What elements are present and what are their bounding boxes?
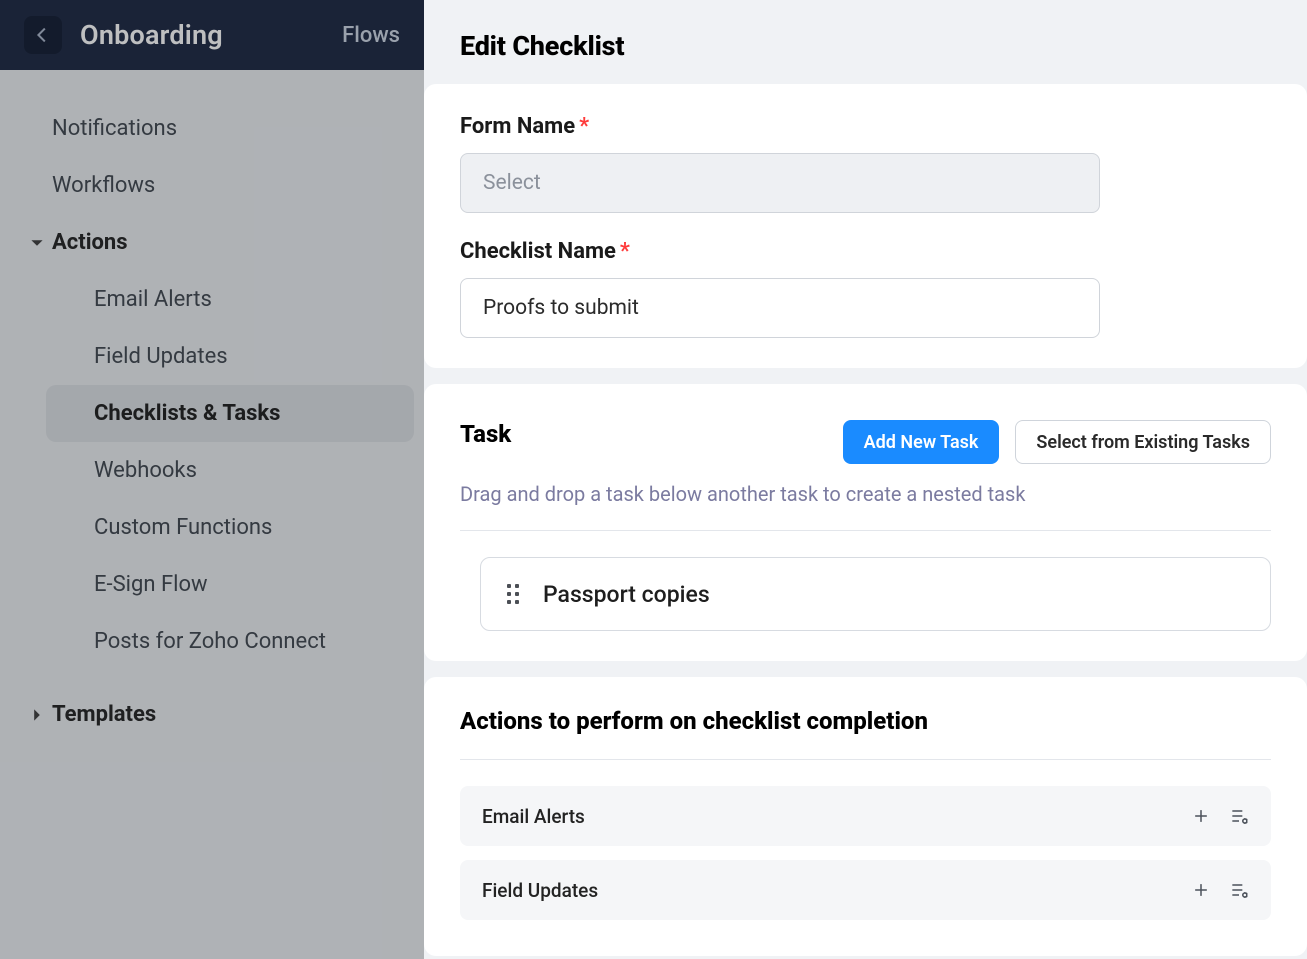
chevron-down-icon xyxy=(28,236,46,250)
app-header: Onboarding Flows xyxy=(0,0,424,70)
task-card: Task Add New Task Select from Existing T… xyxy=(424,384,1307,661)
list-settings-icon[interactable] xyxy=(1229,806,1249,826)
form-name-placeholder: Select xyxy=(483,171,541,195)
arrow-left-icon xyxy=(32,24,54,46)
nav-templates-label: Templates xyxy=(52,702,156,727)
header-right-link[interactable]: Flows xyxy=(342,23,400,48)
form-name-label: Form Name* xyxy=(460,114,1271,139)
nav-notifications[interactable]: Notifications xyxy=(10,100,414,157)
nav-checklists-tasks[interactable]: Checklists & Tasks xyxy=(46,385,414,442)
nav-esign-flow[interactable]: E-Sign Flow xyxy=(46,556,414,613)
required-asterisk: * xyxy=(579,114,589,139)
nav-email-alerts[interactable]: Email Alerts xyxy=(46,271,414,328)
task-name: Passport copies xyxy=(543,581,710,608)
task-buttons: Add New Task Select from Existing Tasks xyxy=(843,420,1271,464)
task-header: Task Add New Task Select from Existing T… xyxy=(460,420,1271,464)
edit-checklist-panel: Edit Checklist Form Name* Select Checkli… xyxy=(424,0,1307,959)
module-title: Onboarding xyxy=(80,19,342,51)
nav-templates-group[interactable]: Templates xyxy=(10,686,414,743)
completion-action-row: Email Alerts xyxy=(460,786,1271,846)
completion-actions-card: Actions to perform on checklist completi… xyxy=(424,677,1307,956)
completion-action-label: Email Alerts xyxy=(482,805,585,828)
task-row[interactable]: Passport copies xyxy=(480,557,1271,631)
select-existing-task-button[interactable]: Select from Existing Tasks xyxy=(1015,420,1271,464)
nav-custom-functions[interactable]: Custom Functions xyxy=(46,499,414,556)
nav-field-updates[interactable]: Field Updates xyxy=(46,328,414,385)
required-asterisk: * xyxy=(620,239,630,264)
completion-action-row: Field Updates xyxy=(460,860,1271,920)
chevron-right-icon xyxy=(28,708,46,722)
task-helper-text: Drag and drop a task below another task … xyxy=(460,482,1271,506)
nav-workflows[interactable]: Workflows xyxy=(10,157,414,214)
completion-action-controls xyxy=(1191,806,1249,826)
add-new-task-button[interactable]: Add New Task xyxy=(843,420,1000,464)
form-info-card: Form Name* Select Checklist Name* xyxy=(424,84,1307,368)
checklist-name-field: Checklist Name* xyxy=(460,239,1271,338)
completion-action-label: Field Updates xyxy=(482,879,598,902)
nav-actions-group[interactable]: Actions xyxy=(10,214,414,271)
completion-action-controls xyxy=(1191,880,1249,900)
drag-handle-icon[interactable] xyxy=(503,584,523,604)
plus-icon[interactable] xyxy=(1191,806,1211,826)
back-button[interactable] xyxy=(24,16,62,54)
divider xyxy=(460,759,1271,760)
nav-actions-label: Actions xyxy=(52,230,128,255)
panel-title: Edit Checklist xyxy=(424,0,1307,84)
sidebar: Onboarding Flows Notifications Workflows… xyxy=(0,0,424,959)
divider xyxy=(460,530,1271,531)
plus-icon[interactable] xyxy=(1191,880,1211,900)
form-name-field: Form Name* Select xyxy=(460,114,1271,213)
form-name-label-text: Form Name xyxy=(460,114,575,139)
form-name-select[interactable]: Select xyxy=(460,153,1100,213)
checklist-name-input[interactable] xyxy=(460,278,1100,338)
task-heading: Task xyxy=(460,420,511,448)
nav-zoho-connect-posts[interactable]: Posts for Zoho Connect xyxy=(46,613,414,670)
checklist-name-label: Checklist Name* xyxy=(460,239,1271,264)
checklist-name-label-text: Checklist Name xyxy=(460,239,616,264)
nav-actions-children: Email Alerts Field Updates Checklists & … xyxy=(10,271,414,670)
completion-heading: Actions to perform on checklist completi… xyxy=(460,707,1271,735)
nav-webhooks[interactable]: Webhooks xyxy=(46,442,414,499)
nav: Notifications Workflows Actions Email Al… xyxy=(0,70,424,743)
list-settings-icon[interactable] xyxy=(1229,880,1249,900)
